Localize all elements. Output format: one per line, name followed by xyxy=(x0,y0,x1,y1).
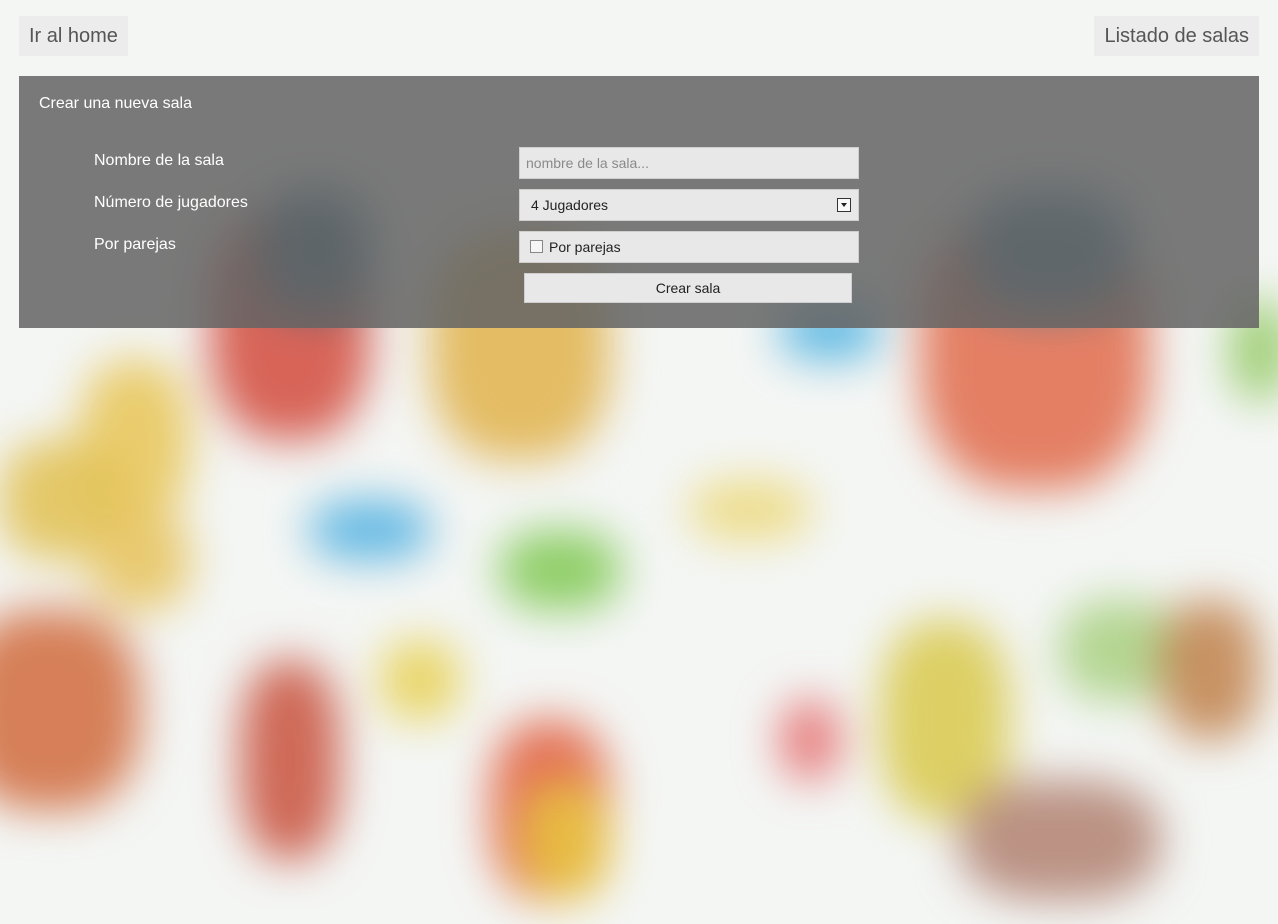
home-button[interactable]: Ir al home xyxy=(19,16,128,56)
players-select[interactable]: 4 Jugadores xyxy=(519,189,859,221)
pairs-label: Por parejas xyxy=(94,236,176,253)
chevron-down-icon[interactable] xyxy=(837,198,851,212)
pairs-checkbox-label: Por parejas xyxy=(549,239,621,255)
room-list-button[interactable]: Listado de salas xyxy=(1094,16,1259,56)
players-label: Número de jugadores xyxy=(94,194,248,211)
room-name-input[interactable] xyxy=(519,147,859,179)
panel-title: Crear una nueva sala xyxy=(39,95,192,112)
players-selected-value: 4 Jugadores xyxy=(531,197,609,213)
room-name-label: Nombre de la sala xyxy=(94,152,224,169)
pairs-checkbox-field[interactable]: Por parejas xyxy=(519,231,859,263)
create-room-button[interactable]: Crear sala xyxy=(524,273,852,303)
pairs-checkbox[interactable] xyxy=(530,240,543,254)
create-room-panel: Crear una nueva sala Nombre de la sala N… xyxy=(19,76,1259,328)
